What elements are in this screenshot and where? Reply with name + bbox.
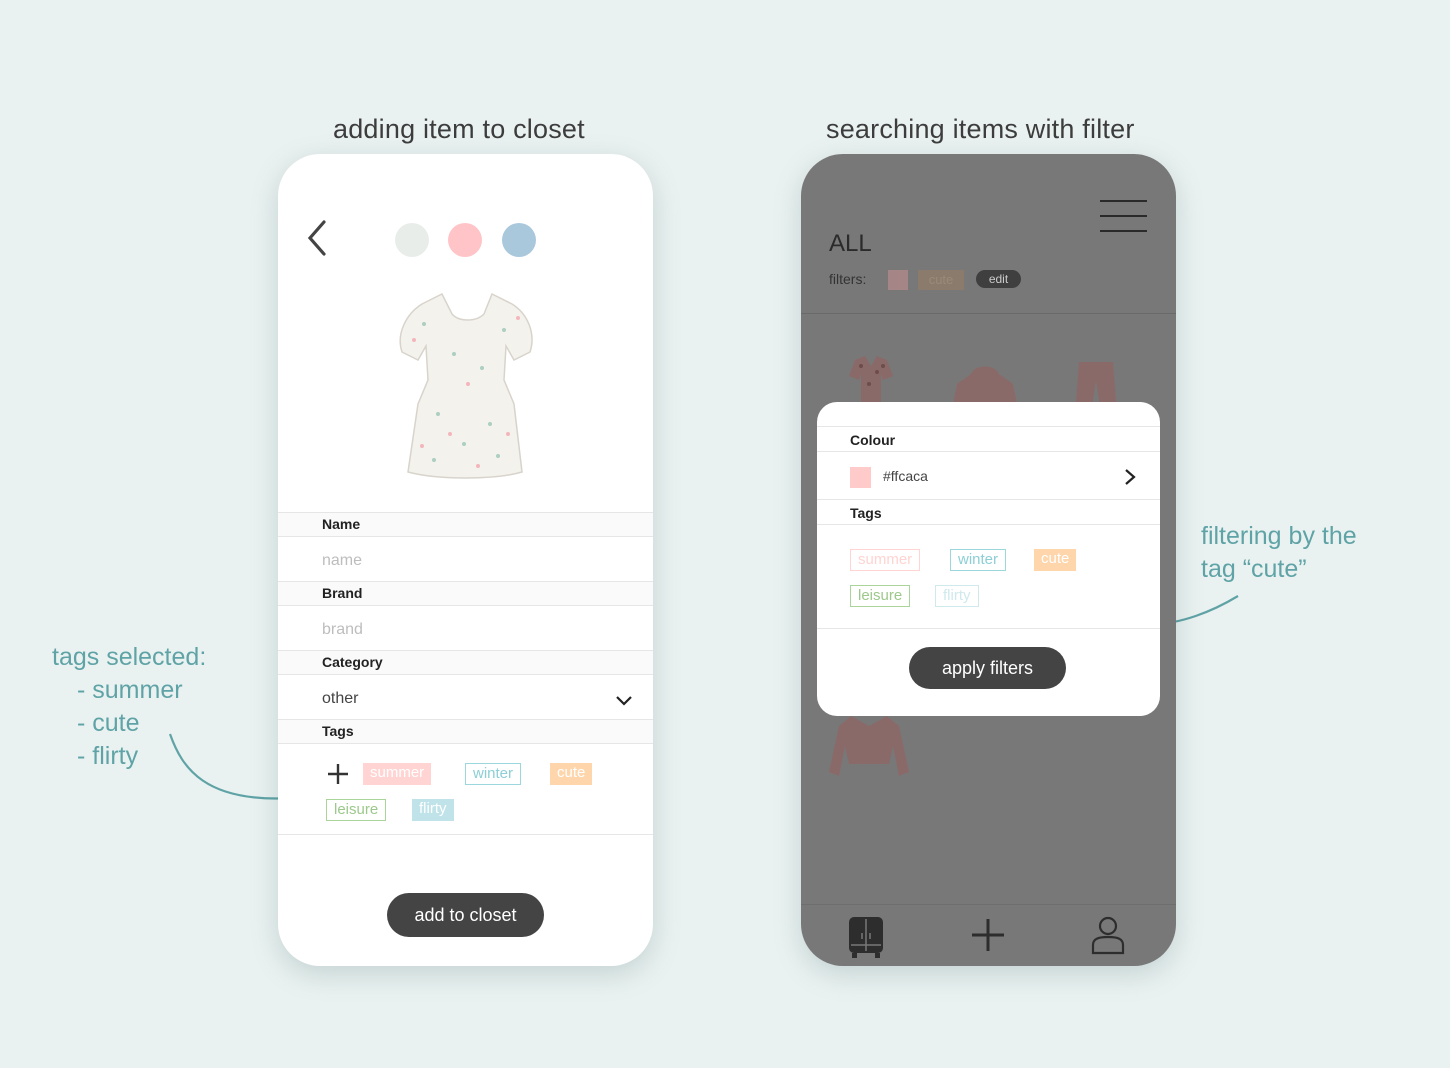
edit-filters-button[interactable]: edit: [976, 270, 1021, 288]
dress-image: [399, 292, 533, 479]
closet-item-cardigan[interactable]: [829, 716, 911, 778]
colour-picker-row[interactable]: #ffcaca: [817, 452, 1160, 498]
category-select[interactable]: other: [322, 690, 358, 708]
tag-summer[interactable]: summer: [363, 763, 432, 785]
colour-value: #ffcaca: [883, 468, 928, 484]
apply-filters-button[interactable]: apply filters: [909, 647, 1066, 689]
plus-icon[interactable]: [970, 917, 1006, 953]
filter-tag-winter[interactable]: winter: [950, 549, 1007, 571]
add-item-screen: Name name Brand brand Category other Tag…: [278, 154, 653, 966]
caption-add-item: adding item to closet: [333, 114, 585, 144]
active-filter-tag-chip: cute: [918, 270, 964, 290]
add-to-closet-button[interactable]: add to closet: [387, 893, 544, 937]
hamburger-menu-icon[interactable]: [1100, 200, 1147, 234]
color-swatch-grey[interactable]: [395, 223, 429, 257]
annotation-filter-cute: filtering by the tag “cute”: [1201, 520, 1357, 586]
colour-swatch: [850, 467, 871, 488]
category-label: Category: [278, 650, 653, 675]
filter-tag-leisure[interactable]: leisure: [850, 585, 911, 607]
color-swatch-pink[interactable]: [448, 223, 482, 257]
filter-tag-summer[interactable]: summer: [850, 549, 921, 571]
add-tag-icon[interactable]: [326, 762, 350, 786]
caption-search-filter: searching items with filter: [826, 114, 1135, 144]
tag-winter[interactable]: winter: [465, 763, 522, 785]
tags-label: Tags: [278, 719, 653, 744]
color-swatch-blue[interactable]: [502, 223, 536, 257]
filter-tag-cute[interactable]: cute: [1034, 549, 1077, 571]
brand-input[interactable]: brand: [322, 621, 363, 639]
user-icon[interactable]: [1090, 915, 1126, 955]
closet-icon[interactable]: [847, 915, 885, 959]
chevron-down-icon[interactable]: [614, 692, 634, 708]
chevron-right-icon: [1125, 469, 1136, 485]
annotation-line: filtering by the: [1201, 522, 1357, 550]
filter-modal: Colour #ffcaca Tags summer winter cute l…: [817, 402, 1160, 716]
colour-label: Colour: [817, 426, 1160, 452]
active-filter-color-chip: [888, 270, 908, 290]
modal-divider: [817, 628, 1160, 629]
annotation-line: - summer: [77, 676, 183, 704]
filters-label: filters:: [829, 271, 867, 287]
tag-cute[interactable]: cute: [550, 763, 593, 785]
back-arrow-icon[interactable]: [300, 216, 336, 260]
closet-filter-screen: ALL filters: cute edit Colour #ffcaca Ta…: [801, 154, 1176, 966]
name-label: Name: [278, 512, 653, 537]
bottom-nav: [801, 904, 1176, 966]
tags-divider: [278, 834, 653, 835]
header-divider: [801, 313, 1176, 314]
filter-tag-flirty[interactable]: flirty: [935, 585, 979, 607]
brand-label: Brand: [278, 581, 653, 606]
tag-leisure[interactable]: leisure: [326, 799, 387, 821]
name-input[interactable]: name: [322, 552, 362, 570]
tag-flirty[interactable]: flirty: [412, 799, 454, 821]
modal-tags-label: Tags: [817, 499, 1160, 525]
annotation-line: tags selected:: [52, 643, 207, 671]
page-title: ALL: [829, 230, 872, 257]
